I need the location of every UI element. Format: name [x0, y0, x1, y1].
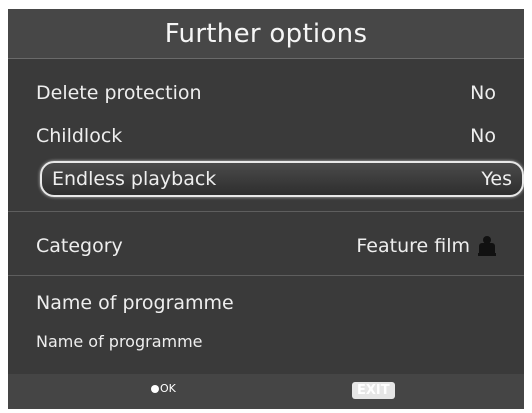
ok-icon [151, 384, 159, 393]
option-label: Category [36, 235, 123, 257]
option-label: Childlock [36, 125, 123, 147]
exit-button[interactable]: EXIT [352, 382, 395, 399]
programme-heading: Name of programme [36, 292, 234, 314]
option-childlock[interactable]: Childlock No [26, 119, 506, 153]
title-bar: Further options [8, 9, 524, 59]
ok-label: OK [160, 382, 176, 395]
options-panel: Further options Delete protection No Chi… [8, 9, 524, 409]
ok-button[interactable]: OK [151, 382, 176, 395]
footer-bar: OK EXIT [8, 374, 524, 409]
option-value: No [470, 125, 496, 147]
option-label: Delete protection [36, 82, 202, 104]
option-value-wrap: Feature film [356, 235, 496, 257]
page-title: Further options [164, 18, 368, 49]
option-value: Feature film [356, 235, 470, 257]
option-label: Endless playback [52, 168, 217, 190]
option-value: No [470, 82, 496, 104]
option-endless-playback[interactable]: Endless playback Yes [40, 161, 524, 197]
option-delete-protection[interactable]: Delete protection No [26, 76, 506, 110]
programme-name-heading: Name of programme [26, 286, 506, 320]
divider [8, 275, 524, 276]
programme-name-value: Name of programme [36, 332, 203, 351]
divider [8, 211, 524, 212]
option-category[interactable]: Category Feature film [26, 229, 506, 263]
film-viewer-icon [478, 236, 496, 256]
option-value: Yes [481, 168, 512, 190]
